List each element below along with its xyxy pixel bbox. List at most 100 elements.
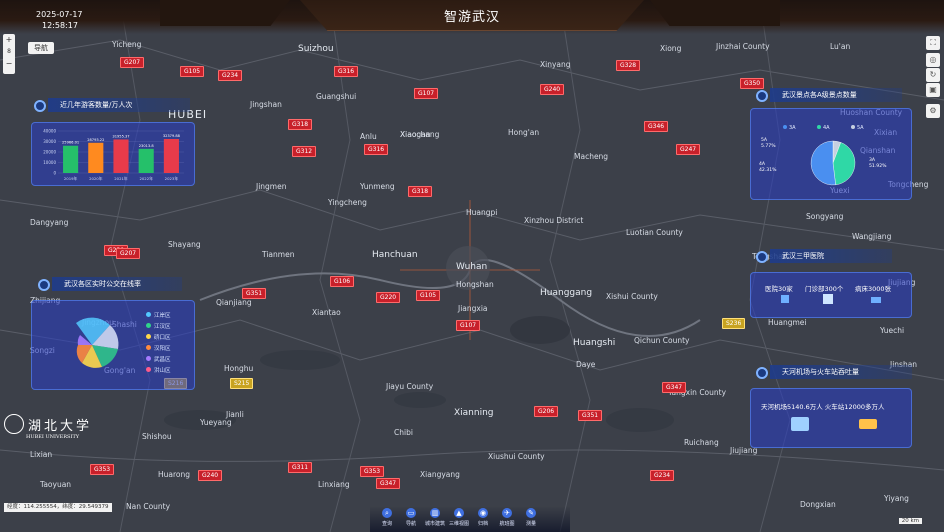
- zoom-out-button[interactable]: −: [3, 58, 15, 70]
- bus-panel-title: 武汉各区实时公交在线率: [38, 277, 182, 291]
- pie-slice-3A[interactable]: [810, 140, 836, 186]
- y-tick-label: 20000: [43, 150, 56, 155]
- place-label: Huarong: [158, 470, 191, 479]
- legend-label: 江汉区: [154, 324, 171, 330]
- zoom-in-button[interactable]: +: [3, 34, 15, 46]
- bus-legend-item[interactable]: 江汉区: [146, 322, 171, 330]
- place-label: Daye: [576, 360, 596, 369]
- navigation-icon: ▭: [406, 508, 416, 518]
- bar-2022年[interactable]: [138, 148, 154, 173]
- title-dot-icon: [756, 367, 768, 379]
- place-label: Guangshui: [316, 92, 357, 101]
- bar-value-label: 32379.88: [163, 134, 181, 138]
- bar-value-label: 23013.8: [139, 144, 155, 148]
- place-label: Wangjiang: [852, 232, 892, 241]
- place-label: Linxiang: [318, 480, 350, 489]
- road-badge: G240: [198, 470, 223, 481]
- toolbar-label: 城市建筑: [424, 521, 445, 527]
- place-label: Xinyang: [540, 60, 571, 69]
- scenic-panel-title: 武汉景点各A级景点数量: [756, 88, 902, 102]
- nav-button[interactable]: 导航: [28, 42, 54, 54]
- 3d-view-icon: ▲: [454, 508, 464, 518]
- bar-2020年[interactable]: [88, 142, 104, 173]
- place-label: Anlu: [360, 132, 377, 141]
- place-label: Dangyang: [30, 218, 69, 227]
- toolbar-search-button[interactable]: ⌕ 查询: [376, 508, 398, 527]
- bar-2019年[interactable]: [63, 145, 79, 173]
- y-tick-label: 40000: [43, 129, 56, 134]
- x-tick-label: 2022年: [139, 176, 153, 181]
- place-label: Xiushui County: [488, 452, 545, 461]
- place-label: Dongxian: [800, 500, 836, 509]
- road-badge: G207: [116, 248, 141, 259]
- bar-value-label: 25966.01: [62, 141, 79, 145]
- fullscreen-icon[interactable]: ⛶: [926, 36, 940, 50]
- road-badge: G318: [408, 186, 433, 197]
- bar-2023年[interactable]: [163, 139, 179, 173]
- train-icon: [859, 419, 877, 429]
- bus-legend-item[interactable]: 汉阳区: [146, 344, 171, 352]
- place-label: Huangpi: [466, 208, 498, 217]
- scenic-title-text: 武汉景点各A级景点数量: [782, 91, 857, 99]
- clinic-count: 门诊部300个: [805, 285, 844, 293]
- place-label: Huangmei: [768, 318, 807, 327]
- bus-rose-chart: [76, 317, 119, 368]
- legend-label: 3A: [789, 125, 796, 131]
- bus-legend-item[interactable]: 江岸区: [146, 311, 171, 319]
- toolbar-archive-button[interactable]: ◉ 归档: [472, 508, 494, 527]
- bar-2021年[interactable]: [113, 139, 129, 173]
- place-label: Yunmeng: [360, 182, 395, 191]
- building-icon: ▥: [430, 508, 440, 518]
- place-label: Jinzhai County: [716, 42, 770, 51]
- page-title: 智游武汉: [443, 10, 500, 25]
- road-badge: G311: [288, 462, 313, 473]
- place-label: Wuhan: [456, 262, 488, 272]
- road-badge: G328: [616, 60, 641, 71]
- bus-legend-item[interactable]: 硚口区: [146, 333, 171, 341]
- toolbar-measure-button[interactable]: ✎ 测量: [520, 508, 542, 527]
- place-label: Lu'an: [830, 42, 851, 51]
- legend-label: 武昌区: [154, 357, 171, 363]
- legend-swatch: [851, 125, 855, 129]
- place-label: Yuechi: [880, 326, 905, 335]
- legend-label: 5A: [857, 125, 864, 131]
- bus-legend-item[interactable]: 武昌区: [146, 355, 171, 363]
- y-tick-label: 30000: [43, 139, 56, 144]
- x-tick-label: 2021年: [114, 176, 128, 181]
- scale-bar: 20 km: [898, 518, 922, 524]
- bar-value-label: 31955.37: [112, 134, 129, 138]
- legend-label: 4A: [823, 125, 830, 131]
- layers-icon[interactable]: ◎: [926, 53, 940, 67]
- toolbar-navigation-button[interactable]: ▭ 导航: [400, 508, 422, 527]
- legend-swatch: [783, 125, 787, 129]
- place-label: Xiong: [660, 44, 682, 53]
- y-tick-label: 0: [53, 171, 56, 176]
- hospital-count: 医院30家: [765, 285, 793, 293]
- road-badge: S215: [230, 378, 254, 389]
- place-label: Huanggang: [540, 288, 593, 298]
- road-badge: G351: [578, 410, 603, 421]
- road-badge: G316: [334, 66, 359, 77]
- toolbar-building-button[interactable]: ▥ 城市建筑: [424, 508, 446, 527]
- road-badge: G106: [330, 276, 355, 287]
- place-label: Jingmen: [256, 182, 287, 191]
- road-badge: G247: [676, 144, 701, 155]
- road-badge: G350: [740, 78, 765, 89]
- settings-icon[interactable]: ⚙: [926, 104, 940, 118]
- slice-percent: 42.31%: [759, 167, 777, 173]
- camera-icon[interactable]: ▣: [926, 83, 940, 97]
- toolbar-label: 三维视图: [448, 521, 469, 527]
- place-label: Xiangyang: [420, 470, 460, 479]
- x-tick-label: 2019年: [64, 176, 78, 181]
- tourists-title-text: 近几年游客数量/万人次: [60, 101, 133, 109]
- toolbar-3d-view-button[interactable]: ▲ 三维视图: [448, 508, 470, 527]
- refresh-icon[interactable]: ↻: [926, 68, 940, 82]
- road-badge: G206: [534, 406, 559, 417]
- hospital-icon: [781, 295, 789, 303]
- slice-label: 4A: [759, 161, 766, 167]
- bus-legend-item[interactable]: 洪山区: [146, 366, 171, 374]
- clinic-icon: [823, 294, 833, 304]
- legend-label: 硚口区: [154, 335, 171, 341]
- toolbar-flight-button[interactable]: ✈ 航班图: [496, 508, 518, 527]
- bus-title-text: 武汉各区实时公交在线率: [64, 280, 141, 288]
